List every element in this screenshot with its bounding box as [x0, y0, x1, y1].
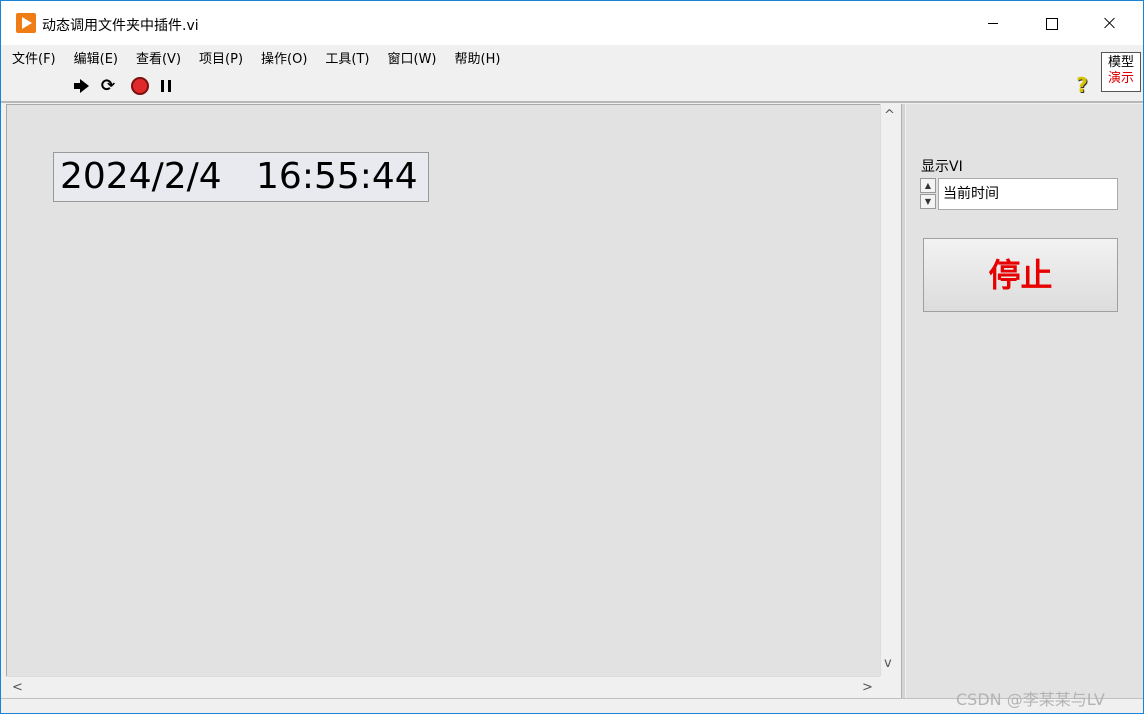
context-help-badge[interactable]: 模型 演示 — [1101, 52, 1141, 92]
datetime-indicator: 2024/2/4 16:55:44 — [53, 152, 429, 202]
toolbar-divider — [1, 101, 1143, 103]
menu-view[interactable]: 查看(V) — [130, 46, 187, 69]
pane-splitter[interactable] — [901, 104, 905, 698]
context-badge-line1: 模型 — [1107, 55, 1134, 70]
title-bar: 动态调用文件夹中插件.vi — [1, 1, 1143, 45]
pause-icon — [161, 80, 171, 92]
run-button[interactable] — [69, 76, 91, 96]
scroll-right-icon[interactable]: > — [862, 680, 873, 695]
menu-tools[interactable]: 工具(T) — [319, 46, 375, 69]
ring-incrementer[interactable]: ▲ ▼ — [920, 178, 936, 210]
help-icon: ? — [1076, 73, 1088, 97]
context-help-button[interactable]: ? — [1071, 73, 1093, 97]
ring-label: 显示VI — [921, 159, 963, 175]
menu-window[interactable]: 窗口(W) — [382, 46, 443, 69]
close-button[interactable] — [1080, 1, 1138, 45]
horizontal-scrollbar[interactable]: < > — [6, 676, 880, 698]
scroll-down-icon[interactable]: v — [884, 656, 892, 671]
menu-operate[interactable]: 操作(O) — [255, 46, 313, 69]
scroll-up-icon[interactable]: ^ — [884, 108, 895, 123]
context-badge-line2: 演示 — [1107, 71, 1134, 86]
menu-file[interactable]: 文件(F) — [6, 46, 62, 69]
right-pane: 显示VI ▲ ▼ 当前时间 停止 — [906, 104, 1143, 698]
menu-bar: 文件(F) 编辑(E) 查看(V) 项目(P) 操作(O) 工具(T) 窗口(W… — [1, 45, 1097, 69]
maximize-button[interactable] — [1022, 1, 1080, 45]
toolbar: ⟳ ? — [1, 71, 1097, 101]
increment-up-icon[interactable]: ▲ — [920, 178, 936, 193]
run-continuously-icon: ⟳ — [100, 76, 116, 96]
menu-project[interactable]: 项目(P) — [193, 46, 249, 69]
menu-help[interactable]: 帮助(H) — [449, 46, 507, 69]
watermark: CSDN @李某某与LV — [956, 690, 1105, 709]
increment-down-icon[interactable]: ▼ — [920, 194, 936, 209]
display-vi-ring[interactable]: 当前时间 — [938, 178, 1118, 210]
abort-icon — [131, 77, 149, 95]
labview-window: 动态调用文件夹中插件.vi 文件(F) 编辑(E) 查看(V) 项目(P) 操作… — [0, 0, 1144, 714]
front-panel: 2024/2/4 16:55:44 — [6, 104, 880, 676]
menu-edit[interactable]: 编辑(E) — [68, 46, 124, 69]
pause-button[interactable] — [155, 76, 177, 96]
run-arrow-icon — [71, 76, 89, 96]
abort-button[interactable] — [129, 76, 151, 96]
scroll-left-icon[interactable]: < — [12, 680, 23, 695]
vertical-scrollbar[interactable]: ^ v — [880, 104, 899, 676]
labview-app-icon — [16, 13, 36, 33]
run-continuously-button[interactable]: ⟳ — [97, 76, 119, 96]
window-title: 动态调用文件夹中插件.vi — [42, 18, 199, 34]
minimize-button[interactable] — [964, 1, 1022, 45]
stop-button[interactable]: 停止 — [923, 238, 1118, 312]
